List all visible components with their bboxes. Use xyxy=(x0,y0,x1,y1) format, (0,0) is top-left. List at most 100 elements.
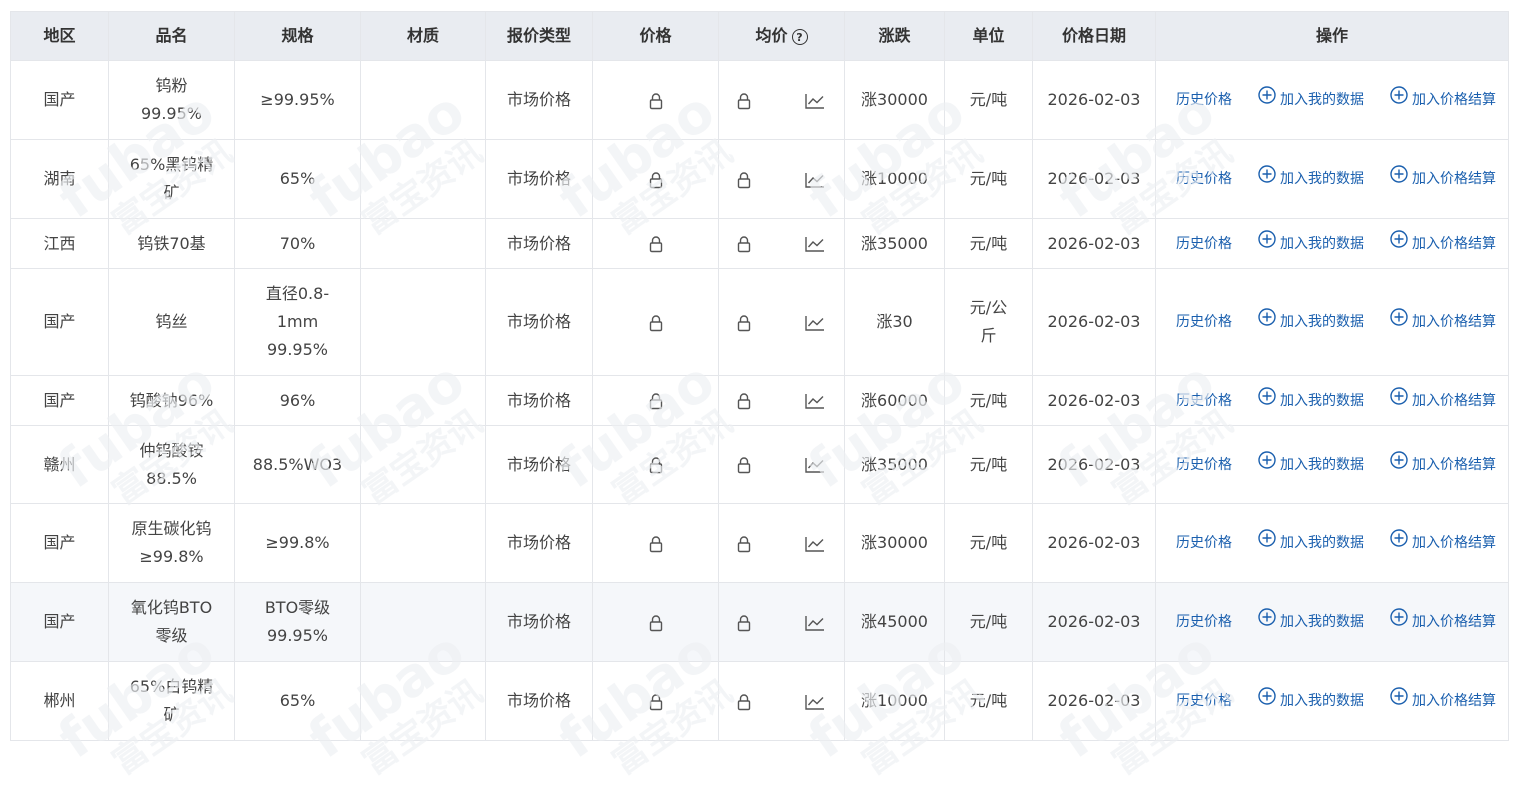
history-price-link[interactable]: 历史价格 xyxy=(1176,529,1232,557)
plus-circle-icon xyxy=(1390,687,1412,715)
add-price-settlement-button[interactable]: 加入价格结算 xyxy=(1390,86,1496,114)
trend-chart-icon[interactable] xyxy=(804,529,826,557)
add-my-data-button[interactable]: 加入我的数据 xyxy=(1258,229,1364,258)
col-header-region: 地区 xyxy=(10,11,109,61)
cell-avg-price xyxy=(718,139,845,219)
trend-chart-icon[interactable] xyxy=(804,451,826,479)
cell-price xyxy=(592,582,719,662)
lock-icon[interactable] xyxy=(737,230,751,258)
add-my-data-button[interactable]: 加入我的数据 xyxy=(1258,450,1364,479)
history-price-link[interactable]: 历史价格 xyxy=(1176,165,1232,193)
add-price-settlement-button[interactable]: 加入价格结算 xyxy=(1390,608,1496,636)
help-icon[interactable]: ? xyxy=(791,28,808,45)
add-my-data-label: 加入我的数据 xyxy=(1280,314,1364,330)
add-my-data-label: 加入我的数据 xyxy=(1280,535,1364,551)
cell-product-name: 钨铁70基 xyxy=(108,218,235,269)
cell-spec: BTO零级 99.95% xyxy=(234,582,361,662)
cell-actions: 历史价格 加入我的数据 加入价格结算 xyxy=(1155,375,1509,426)
cell-product-name: 原生碳化钨 ≥99.8% xyxy=(108,503,235,583)
history-price-link[interactable]: 历史价格 xyxy=(1176,608,1232,636)
trend-chart-icon[interactable] xyxy=(804,608,826,636)
cell-material xyxy=(360,218,486,269)
cell-avg-price xyxy=(718,218,845,269)
history-price-label: 历史价格 xyxy=(1176,456,1232,473)
add-my-data-button[interactable]: 加入我的数据 xyxy=(1258,529,1364,557)
col-header-spec: 规格 xyxy=(234,11,361,61)
cell-material xyxy=(360,268,486,376)
trend-chart-icon[interactable] xyxy=(804,308,826,336)
table-row: 江西 钨铁70基 70% 市场价格 涨35000 元/吨 2026-02-03 历史价格 加入我… xyxy=(10,218,1509,269)
add-price-settlement-button[interactable]: 加入价格结算 xyxy=(1390,386,1496,415)
plus-circle-icon xyxy=(1258,687,1280,715)
cell-quote-type: 市场价格 xyxy=(485,375,593,426)
add-price-settlement-button[interactable]: 加入价格结算 xyxy=(1390,229,1496,258)
lock-icon[interactable] xyxy=(737,687,751,715)
lock-icon[interactable] xyxy=(737,451,751,479)
trend-chart-icon[interactable] xyxy=(804,230,826,258)
history-price-label: 历史价格 xyxy=(1176,693,1232,709)
history-price-link[interactable]: 历史价格 xyxy=(1176,230,1232,258)
add-my-data-label: 加入我的数据 xyxy=(1280,456,1364,473)
lock-icon[interactable] xyxy=(737,529,751,557)
col-header-avg-price: 均价? xyxy=(718,11,845,61)
table-row: 国产 钨丝 直径0.8- 1mm 99.95% 市场价格 涨30 元/公斤 2026-02-03… xyxy=(10,268,1509,376)
add-my-data-button[interactable]: 加入我的数据 xyxy=(1258,608,1364,636)
trend-chart-icon[interactable] xyxy=(804,387,826,415)
add-my-data-button[interactable]: 加入我的数据 xyxy=(1258,308,1364,336)
cell-unit: 元/吨 xyxy=(944,139,1033,219)
add-price-settlement-button[interactable]: 加入价格结算 xyxy=(1390,450,1496,479)
cell-material xyxy=(360,503,486,583)
history-price-link[interactable]: 历史价格 xyxy=(1176,86,1232,114)
lock-icon[interactable] xyxy=(649,691,663,710)
add-price-settlement-button[interactable]: 加入价格结算 xyxy=(1390,529,1496,557)
add-price-settlement-label: 加入价格结算 xyxy=(1412,314,1496,330)
add-my-data-label: 加入我的数据 xyxy=(1280,392,1364,409)
lock-icon[interactable] xyxy=(737,165,751,193)
add-price-settlement-button[interactable]: 加入价格结算 xyxy=(1390,165,1496,193)
add-my-data-label: 加入我的数据 xyxy=(1280,693,1364,709)
add-my-data-button[interactable]: 加入我的数据 xyxy=(1258,687,1364,715)
lock-icon[interactable] xyxy=(737,308,751,336)
add-price-settlement-label: 加入价格结算 xyxy=(1412,235,1496,252)
lock-icon[interactable] xyxy=(649,391,663,410)
trend-chart-icon[interactable] xyxy=(804,86,826,114)
add-price-settlement-button[interactable]: 加入价格结算 xyxy=(1390,687,1496,715)
history-price-link[interactable]: 历史价格 xyxy=(1176,308,1232,336)
lock-icon[interactable] xyxy=(737,387,751,415)
add-my-data-button[interactable]: 加入我的数据 xyxy=(1258,86,1364,114)
plus-circle-icon xyxy=(1258,308,1280,336)
history-price-label: 历史价格 xyxy=(1176,92,1232,108)
add-price-settlement-button[interactable]: 加入价格结算 xyxy=(1390,308,1496,336)
add-my-data-button[interactable]: 加入我的数据 xyxy=(1258,165,1364,193)
cell-region: 国产 xyxy=(10,375,109,426)
trend-chart-icon[interactable] xyxy=(804,687,826,715)
col-header-actions: 操作 xyxy=(1155,11,1509,61)
cell-avg-price xyxy=(718,425,845,504)
history-price-link[interactable]: 历史价格 xyxy=(1176,687,1232,715)
lock-icon[interactable] xyxy=(649,169,663,188)
add-my-data-button[interactable]: 加入我的数据 xyxy=(1258,386,1364,415)
lock-icon[interactable] xyxy=(737,86,751,114)
plus-circle-icon xyxy=(1390,308,1412,336)
cell-actions: 历史价格 加入我的数据 加入价格结算 xyxy=(1155,139,1509,219)
lock-icon[interactable] xyxy=(649,612,663,631)
cell-price xyxy=(592,661,719,741)
lock-icon[interactable] xyxy=(649,90,663,109)
lock-icon[interactable] xyxy=(649,312,663,331)
history-price-link[interactable]: 历史价格 xyxy=(1176,451,1232,479)
lock-icon[interactable] xyxy=(649,533,663,552)
history-price-link[interactable]: 历史价格 xyxy=(1176,387,1232,415)
trend-chart-icon[interactable] xyxy=(804,165,826,193)
cell-product-name: 钨酸钠96% xyxy=(108,375,235,426)
cell-product-name: 氧化钨BTO 零级 xyxy=(108,582,235,662)
table-row: 国产 钨粉 99.95% ≥99.95% 市场价格 涨30000 元/吨 2026-02-03… xyxy=(10,60,1509,140)
lock-icon[interactable] xyxy=(649,234,663,253)
lock-icon[interactable] xyxy=(737,608,751,636)
lock-icon[interactable] xyxy=(649,455,663,474)
history-price-label: 历史价格 xyxy=(1176,535,1232,551)
cell-actions: 历史价格 加入我的数据 加入价格结算 xyxy=(1155,218,1509,269)
col-header-material: 材质 xyxy=(360,11,486,61)
cell-change: 涨35000 xyxy=(844,425,945,504)
cell-actions: 历史价格 加入我的数据 加入价格结算 xyxy=(1155,582,1509,662)
plus-circle-icon xyxy=(1390,529,1412,557)
